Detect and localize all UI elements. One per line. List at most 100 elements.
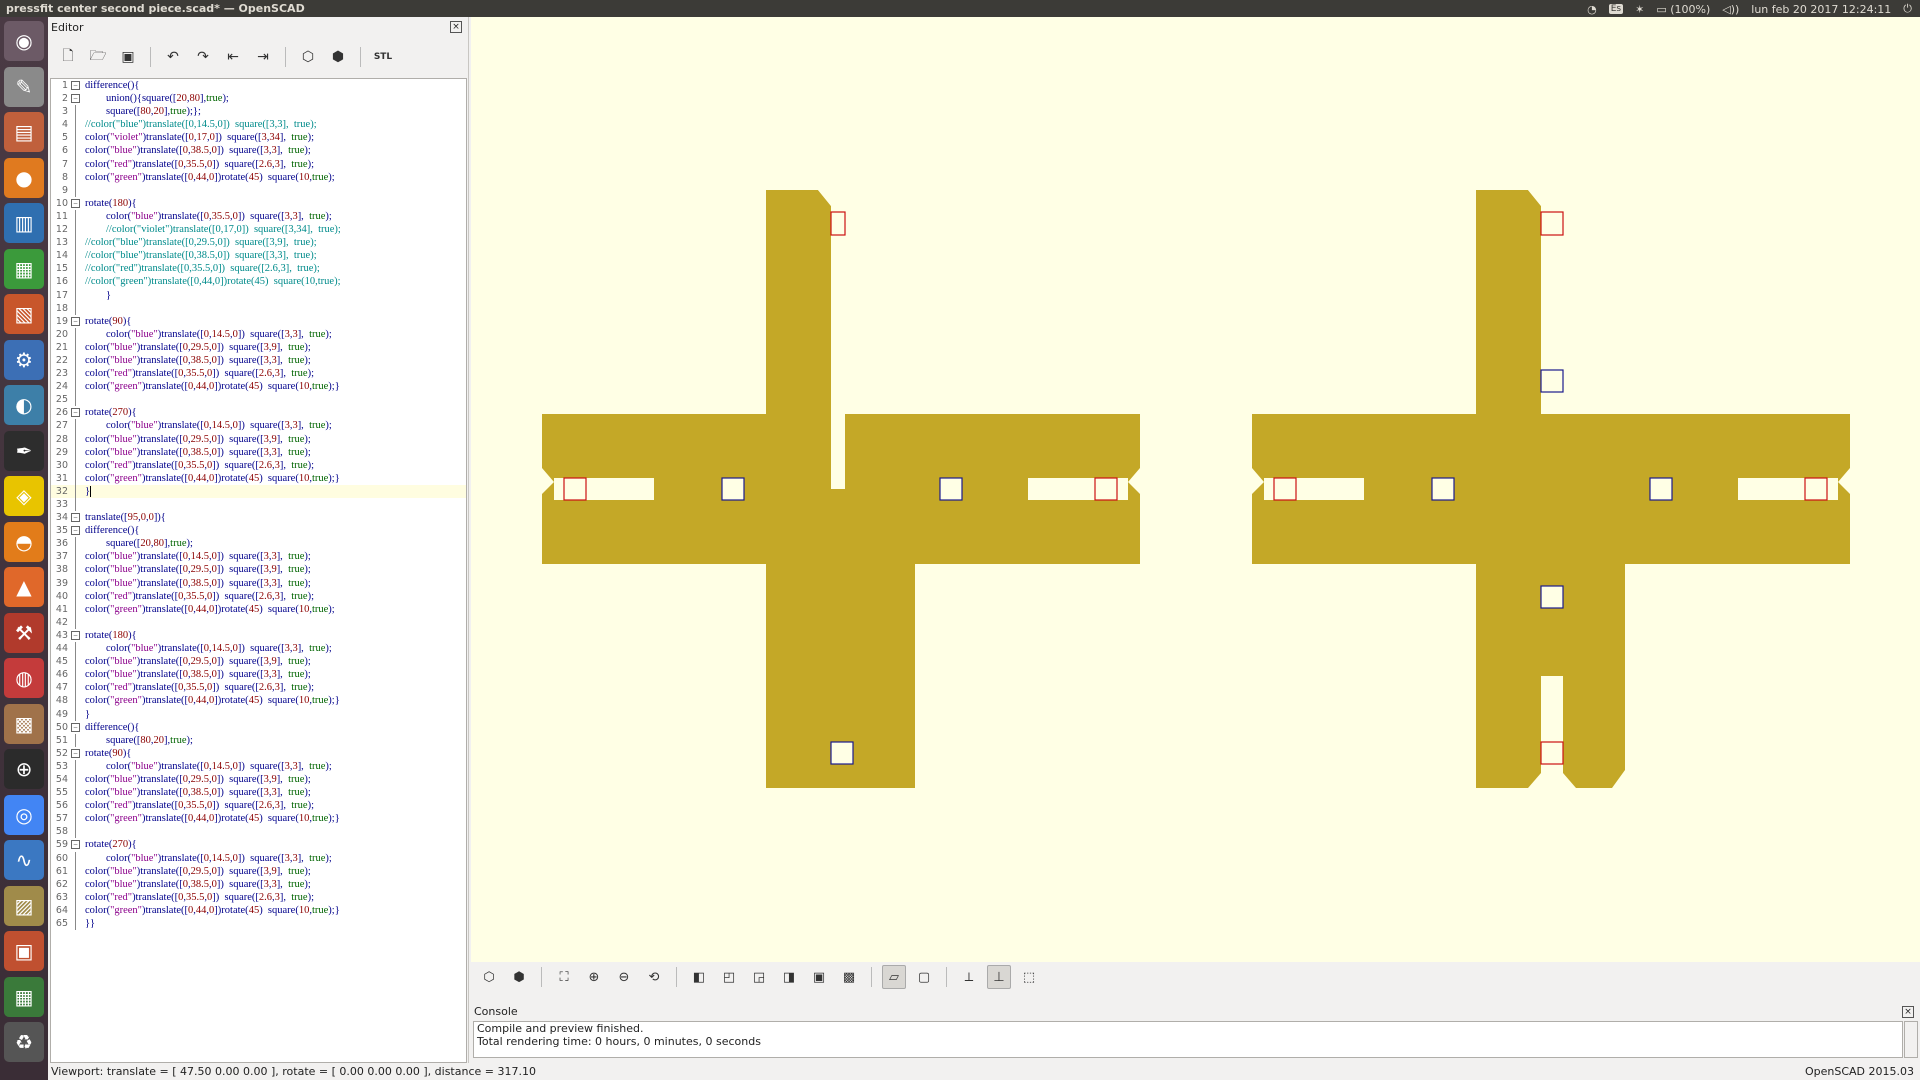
code-line[interactable]: 8 color("green")translate([0,44,0])rotate… [51, 170, 466, 184]
crosshair-icon[interactable]: ⊕ [4, 749, 44, 789]
clock[interactable]: lun feb 20 2017 12:24:11 [1751, 3, 1891, 16]
reset-view-icon[interactable]: ⟲ [642, 965, 666, 989]
fold-toggle-icon[interactable]: − [71, 408, 80, 418]
view-right-icon[interactable]: ◧ [687, 965, 711, 989]
preview-icon[interactable]: ⬡ [296, 45, 320, 69]
3d-viewport[interactable] [471, 17, 1920, 962]
code-line[interactable]: 55 color("blue")translate([0,38.5,0]) squ… [51, 786, 466, 800]
code-line[interactable]: 37 color("blue")translate([0,14.5,0]) squ… [51, 550, 466, 564]
code-line[interactable]: 54 color("blue")translate([0,29.5,0]) squ… [51, 772, 466, 787]
keyboard-layout[interactable]: Es [1608, 4, 1624, 14]
code-line[interactable]: 65}} [51, 917, 466, 931]
zoom-in-icon[interactable]: ⊕ [582, 965, 606, 989]
fold-toggle-icon[interactable]: − [71, 840, 80, 850]
code-line[interactable]: 56 color("red")translate([0,35.5,0]) squa… [51, 799, 466, 813]
code-line[interactable]: 46 color("blue")translate([0,38.5,0]) squ… [51, 668, 466, 682]
view-left-icon[interactable]: ◨ [777, 965, 801, 989]
preview-icon[interactable]: ⬡ [477, 965, 501, 989]
view-back-icon[interactable]: ▩ [837, 965, 861, 989]
redo-icon[interactable]: ↷ [191, 45, 215, 69]
workspace-icon[interactable]: ▦ [4, 976, 44, 1017]
code-line[interactable]: 44 color("blue")translate([0,14.5,0]) sq… [51, 642, 466, 656]
indent-icon[interactable]: ⇥ [251, 45, 275, 69]
code-line[interactable]: 14 //color("blue")translate([0,38.5,0]) s… [51, 249, 466, 263]
disk-icon[interactable]: ▨ [4, 885, 44, 926]
fold-toggle-icon[interactable]: − [71, 722, 80, 732]
code-line[interactable]: 58 [51, 825, 466, 839]
code-line[interactable]: 60 color("blue")translate([0,14.5,0]) sq… [51, 851, 466, 865]
code-line[interactable]: 10− rotate(180){ [51, 197, 466, 210]
code-line[interactable]: 13 //color("blue")translate([0,29.5,0]) s… [51, 236, 466, 250]
pidgin-icon[interactable]: ◍ [4, 658, 44, 698]
code-line[interactable]: 17 } [51, 288, 466, 302]
fold-toggle-icon[interactable]: − [71, 748, 80, 758]
code-line[interactable]: 4 //color("blue")translate([0,14.5,0]) sq… [51, 118, 466, 132]
code-line[interactable]: 49} [51, 707, 466, 721]
console-scrollbar[interactable] [1904, 1021, 1918, 1058]
inkscape-icon[interactable]: ✒ [4, 430, 44, 471]
power-icon[interactable]: ⏻ [1903, 2, 1912, 16]
code-line[interactable]: 63 color("red")translate([0,35.5,0]) squa… [51, 890, 466, 904]
sysmon-icon[interactable]: ∿ [4, 840, 44, 880]
code-line[interactable]: 16 //color("green")translate([0,44,0])rot… [51, 275, 466, 289]
trash-icon[interactable]: ♻ [4, 1022, 44, 1062]
bluetooth-icon[interactable]: ✶ [1635, 3, 1644, 16]
code-line[interactable]: 38 color("blue")translate([0,29.5,0]) squ… [51, 563, 466, 577]
fold-toggle-icon[interactable]: − [71, 81, 80, 90]
code-line[interactable]: 32} [51, 484, 466, 498]
code-line[interactable]: 42 [51, 615, 466, 629]
code-line[interactable]: 45 color("blue")translate([0,29.5,0]) squ… [51, 655, 466, 669]
render-icon[interactable]: ⬢ [507, 965, 531, 989]
code-line[interactable]: 20 color("blue")translate([0,14.5,0]) sq… [51, 327, 466, 341]
zoom-out-icon[interactable]: ⊖ [612, 965, 636, 989]
code-line[interactable]: 18 [51, 301, 466, 315]
software-center-icon[interactable]: ▲ [4, 567, 44, 607]
settings-icon[interactable]: ⚙ [4, 339, 44, 380]
new-file-icon[interactable]: 🗋 [56, 45, 80, 69]
code-line[interactable]: 41 color("green")translate([0,44,0])rotat… [51, 602, 466, 616]
unindent-icon[interactable]: ⇤ [221, 45, 245, 69]
library-icon[interactable]: ▩ [4, 703, 44, 744]
code-line[interactable]: 23 color("red")translate([0,35.5,0]) squa… [51, 367, 466, 381]
code-line[interactable]: 61 color("blue")translate([0,29.5,0]) squ… [51, 864, 466, 878]
code-line[interactable]: 11 color("blue")translate([0,35.5,0]) sq… [51, 209, 466, 224]
code-line[interactable]: 15 //color("red")translate([0,35.5,0]) sq… [51, 262, 466, 276]
code-line[interactable]: 9 [51, 183, 466, 197]
open-file-icon[interactable]: 🗁 [86, 45, 110, 69]
firefox-icon[interactable]: ● [4, 157, 44, 198]
chromium-icon[interactable]: ◎ [4, 794, 44, 835]
code-line[interactable]: 64 color("green")translate([0,44,0])rotat… [51, 903, 466, 917]
code-line[interactable]: 21 color("blue")translate([0,29.5,0]) squ… [51, 340, 466, 354]
terminal-icon[interactable]: ▣ [4, 931, 44, 971]
code-line[interactable]: 33 [51, 498, 466, 512]
system-settings-icon[interactable]: ⚒ [4, 612, 44, 653]
code-line[interactable]: 1− difference(){ [51, 79, 466, 92]
files-icon[interactable]: ▤ [4, 112, 44, 152]
fold-toggle-icon[interactable]: − [71, 198, 80, 208]
console-close-button[interactable]: × [1902, 1006, 1914, 1018]
orthogonal-icon[interactable]: ▢ [912, 965, 936, 989]
code-line[interactable]: 51 square([80,20],true); [51, 733, 466, 747]
code-line[interactable]: 40 color("red")translate([0,35.5,0]) squa… [51, 589, 466, 603]
view-all-icon[interactable]: ⛶ [552, 965, 576, 989]
perspective-icon[interactable]: ▱ [882, 965, 906, 989]
code-line[interactable]: 2− union(){square([20,80],true); [51, 92, 466, 105]
openscad-icon[interactable]: ◈ [4, 476, 44, 516]
code-line[interactable]: 3 square([80,20],true);}; [51, 105, 466, 119]
code-line[interactable]: 47 color("red")translate([0,35.5,0]) squa… [51, 681, 466, 695]
model-preview[interactable] [471, 17, 1920, 962]
code-line[interactable]: 50− difference(){ [51, 721, 466, 734]
text-editor-icon[interactable]: ✎ [4, 66, 44, 107]
render-icon[interactable]: ⬢ [326, 45, 350, 69]
code-line[interactable]: 5 color("violet")translate([0,17,0]) squa… [51, 131, 466, 145]
writer-icon[interactable]: ▥ [4, 203, 44, 243]
save-file-icon[interactable]: ▣ [116, 45, 140, 69]
code-line[interactable]: 19− rotate(90){ [51, 315, 466, 328]
code-line[interactable]: 7 color("red")translate([0,35.5,0]) squar… [51, 157, 466, 171]
fold-toggle-icon[interactable]: − [71, 513, 80, 523]
code-line[interactable]: 59− rotate(270){ [51, 838, 466, 851]
code-line[interactable]: 25 [51, 393, 466, 407]
blender-icon[interactable]: ◓ [4, 521, 44, 562]
code-editor[interactable]: 1− difference(){2− union(){square([20,80]… [50, 78, 467, 1063]
code-line[interactable]: 30 color("red")translate([0,35.5,0]) squa… [51, 458, 466, 472]
